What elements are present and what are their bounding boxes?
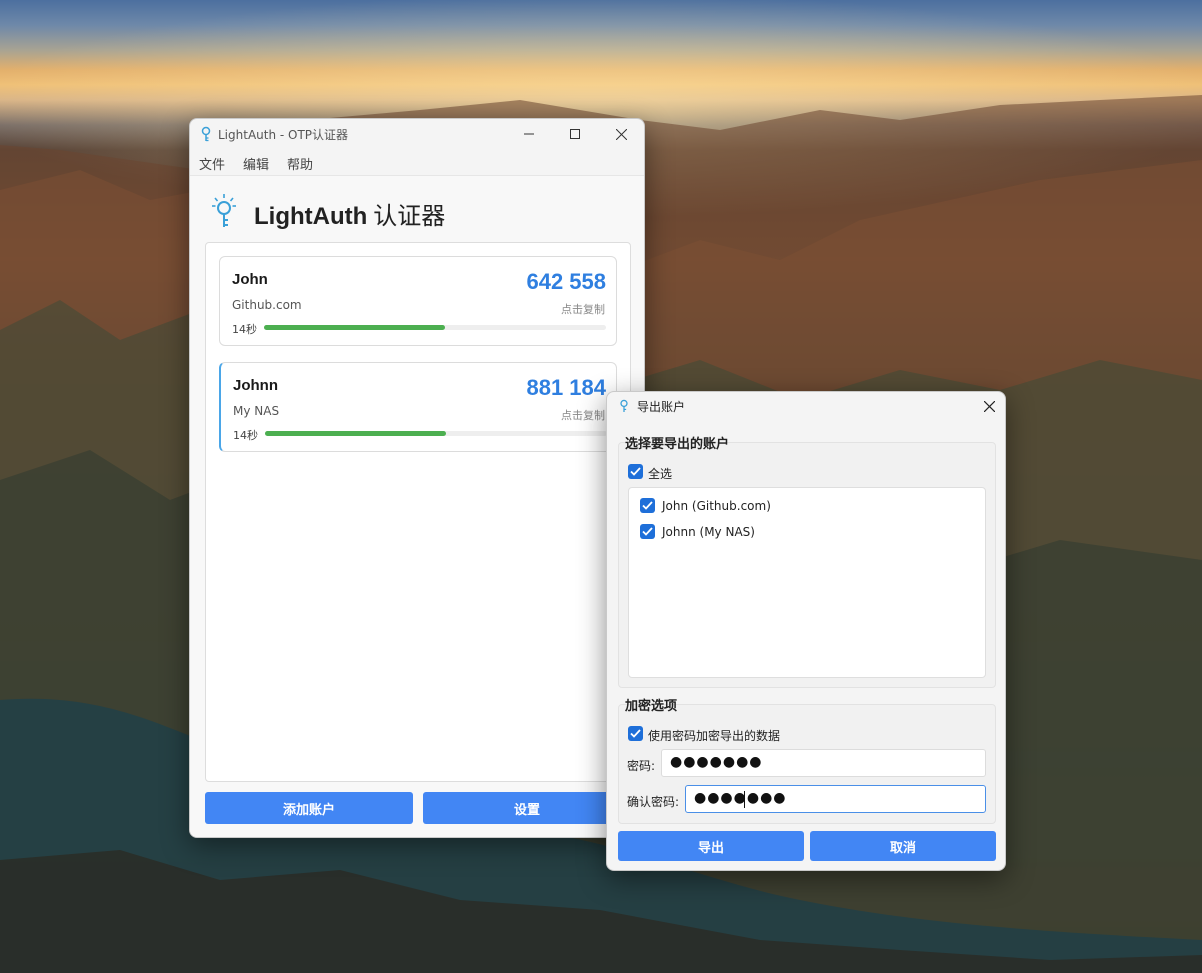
account-card[interactable]: Johnn My NAS 881 184 点击复制 14秒 — [219, 362, 617, 452]
account-name: John — [232, 271, 268, 288]
account-issuer: Github.com — [232, 298, 302, 312]
encrypt-checkbox-label: 使用密码加密导出的数据 — [648, 729, 781, 743]
account-issuer: My NAS — [233, 404, 280, 418]
select-all-label: 全选 — [648, 467, 673, 481]
copy-hint: 点击复制 — [561, 303, 605, 316]
text-caret — [744, 791, 745, 808]
app-heading: LightAuth 认证器 — [254, 196, 445, 231]
lightbulb-key-icon — [212, 194, 236, 227]
add-account-button[interactable]: 添加账户 — [205, 792, 413, 824]
account-list: John Github.com 642 558 点击复制 14秒 Johnn M… — [205, 242, 631, 782]
otp-code[interactable]: 642 558 — [526, 269, 606, 295]
password-input[interactable]: ●●●●●●● — [661, 749, 986, 777]
export-button[interactable]: 导出 — [618, 831, 804, 861]
main-content: LightAuth 认证器 John Github.com 642 558 点击复… — [190, 175, 644, 837]
minimize-icon — [524, 133, 534, 135]
close-icon — [615, 128, 627, 140]
menu-help[interactable]: 帮助 — [287, 154, 313, 173]
checkmark-icon — [642, 501, 653, 510]
countdown-label: 14秒 — [233, 429, 258, 442]
close-icon — [983, 400, 995, 412]
confirm-password-value: ●●●●●●● — [694, 790, 787, 806]
select-all-checkbox[interactable] — [628, 464, 643, 479]
dialog-close-button[interactable] — [973, 392, 1005, 420]
otp-code[interactable]: 881 184 — [526, 375, 606, 401]
lightbulb-key-icon — [620, 399, 628, 412]
password-label: 密码: — [627, 759, 656, 773]
countdown-progress-fill — [265, 431, 447, 436]
dialog-title: 导出账户 — [637, 400, 686, 414]
account-checkbox-johnn[interactable] — [640, 524, 655, 539]
encrypt-checkbox[interactable] — [628, 726, 643, 741]
account-item-label: Johnn (My NAS) — [662, 525, 755, 539]
checkmark-icon — [630, 729, 641, 738]
account-item-label: John (Github.com) — [662, 499, 771, 513]
window-title: LightAuth - OTP认证器 — [218, 128, 349, 142]
close-button[interactable] — [598, 119, 644, 149]
menu-bar: 文件 编辑 帮助 — [190, 149, 644, 175]
cancel-button[interactable]: 取消 — [810, 831, 996, 861]
maximize-button[interactable] — [552, 119, 598, 149]
encrypt-section-title: 加密选项 — [625, 699, 678, 714]
account-checkbox-john[interactable] — [640, 498, 655, 513]
app-subtitle: 认证器 — [373, 203, 446, 230]
settings-button[interactable]: 设置 — [423, 792, 631, 824]
copy-hint: 点击复制 — [561, 409, 605, 422]
minimize-button[interactable] — [506, 119, 552, 149]
checkmark-icon — [630, 467, 641, 476]
export-dialog: 导出账户 选择要导出的账户 全选 John (Github.com) Johnn… — [606, 391, 1006, 871]
maximize-icon — [570, 129, 580, 139]
confirm-password-label: 确认密码: — [627, 795, 680, 809]
menu-edit[interactable]: 编辑 — [243, 154, 269, 173]
checkmark-icon — [642, 527, 653, 536]
title-bar[interactable]: LightAuth - OTP认证器 — [190, 119, 644, 149]
countdown-label: 14秒 — [232, 323, 257, 336]
account-name: Johnn — [233, 377, 278, 394]
select-section-title: 选择要导出的账户 — [625, 437, 730, 452]
countdown-progress — [264, 325, 606, 330]
account-checklist: John (Github.com) Johnn (My NAS) — [628, 487, 986, 678]
lightbulb-key-icon — [201, 126, 211, 142]
menu-file[interactable]: 文件 — [199, 154, 225, 173]
confirm-password-input[interactable]: ●●●●●●● — [685, 785, 986, 813]
account-card[interactable]: John Github.com 642 558 点击复制 14秒 — [219, 256, 617, 346]
countdown-progress-fill — [264, 325, 446, 330]
password-value: ●●●●●●● — [670, 754, 763, 770]
countdown-progress — [265, 431, 607, 436]
main-window: LightAuth - OTP认证器 文件 编辑 帮助 LightAuth认证 — [189, 118, 645, 838]
app-name: LightAuth — [254, 203, 368, 230]
